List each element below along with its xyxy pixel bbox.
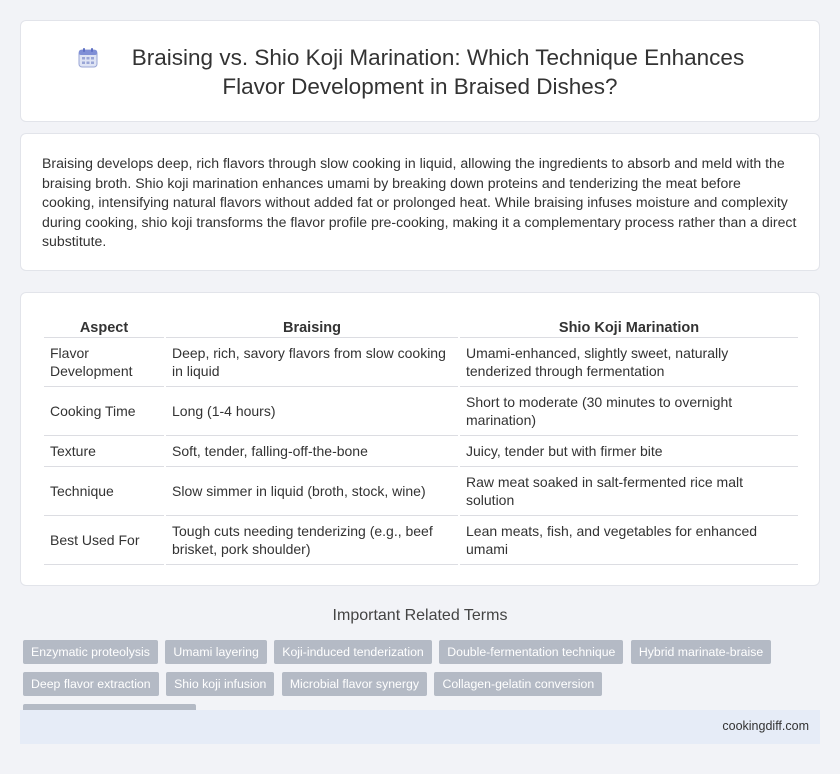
term-tag[interactable]: Collagen-gelatin conversion bbox=[434, 672, 603, 696]
page-title-line1: Braising vs. Shio Koji Marination: Which… bbox=[131, 45, 745, 70]
table-cell: Best Used For bbox=[44, 516, 164, 565]
table-cell: Deep, rich, savory flavors from slow coo… bbox=[166, 338, 458, 387]
related-terms-title: Important Related Terms bbox=[332, 607, 508, 624]
table-cell: Short to moderate (30 minutes to overnig… bbox=[460, 387, 798, 436]
intro-paragraph: Braising develops deep, rich flavors thr… bbox=[42, 155, 797, 249]
page-title-line2: Flavor Development in Braised Dishes? bbox=[222, 74, 618, 99]
term-tag[interactable]: Double-fermentation technique bbox=[439, 640, 624, 664]
header-card: Braising vs. Shio Koji Marination: Which… bbox=[20, 20, 820, 122]
table-cell: Texture bbox=[44, 436, 164, 467]
table-cell: Soft, tender, falling-off-the-bone bbox=[166, 436, 458, 467]
header-aspect: Aspect bbox=[44, 316, 164, 338]
table-row: Best Used For Tough cuts needing tenderi… bbox=[44, 516, 798, 565]
term-tag[interactable]: Deep flavor extraction bbox=[23, 672, 159, 696]
table-cell: Long (1-4 hours) bbox=[166, 387, 458, 436]
table-row: Texture Soft, tender, falling-off-the-bo… bbox=[44, 436, 798, 467]
table-cell: Umami-enhanced, slightly sweet, naturall… bbox=[460, 338, 798, 387]
table-cell: Lean meats, fish, and vegetables for enh… bbox=[460, 516, 798, 565]
table-row: Cooking Time Long (1-4 hours) Short to m… bbox=[44, 387, 798, 436]
table-cell: Technique bbox=[44, 467, 164, 516]
term-tag[interactable]: Hybrid marinate-braise bbox=[630, 640, 772, 664]
table-header-row: Aspect Braising Shio Koji Marination bbox=[44, 316, 798, 338]
term-tag[interactable]: Microbial flavor synergy bbox=[281, 672, 427, 696]
term-tag[interactable]: Enzymatic proteolysis bbox=[23, 640, 158, 664]
header-shio-koji: Shio Koji Marination bbox=[460, 316, 798, 338]
comparison-table: Aspect Braising Shio Koji Marination Fla… bbox=[42, 316, 800, 565]
table-cell: Flavor Development bbox=[44, 338, 164, 387]
comparison-card: Aspect Braising Shio Koji Marination Fla… bbox=[20, 292, 820, 586]
term-tag[interactable]: Koji-induced tenderization bbox=[274, 640, 432, 664]
table-cell: Slow simmer in liquid (broth, stock, win… bbox=[166, 467, 458, 516]
table-cell: Cooking Time bbox=[44, 387, 164, 436]
footer-site-link[interactable]: cookingdiff.com bbox=[722, 719, 809, 733]
table-cell: Tough cuts needing tenderizing (e.g., be… bbox=[166, 516, 458, 565]
table-cell: Raw meat soaked in salt-fermented rice m… bbox=[460, 467, 798, 516]
table-cell: Juicy, tender but with firmer bite bbox=[460, 436, 798, 467]
intro-card: Braising develops deep, rich flavors thr… bbox=[20, 133, 820, 271]
footer: cookingdiff.com bbox=[20, 710, 820, 744]
term-tag[interactable]: Shio koji infusion bbox=[166, 672, 275, 696]
term-tag[interactable]: Umami layering bbox=[165, 640, 267, 664]
header-braising: Braising bbox=[166, 316, 458, 338]
page-title: Braising vs. Shio Koji Marination: Which… bbox=[96, 43, 744, 101]
table-row: Technique Slow simmer in liquid (broth, … bbox=[44, 467, 798, 516]
table-row: Flavor Development Deep, rich, savory fl… bbox=[44, 338, 798, 387]
